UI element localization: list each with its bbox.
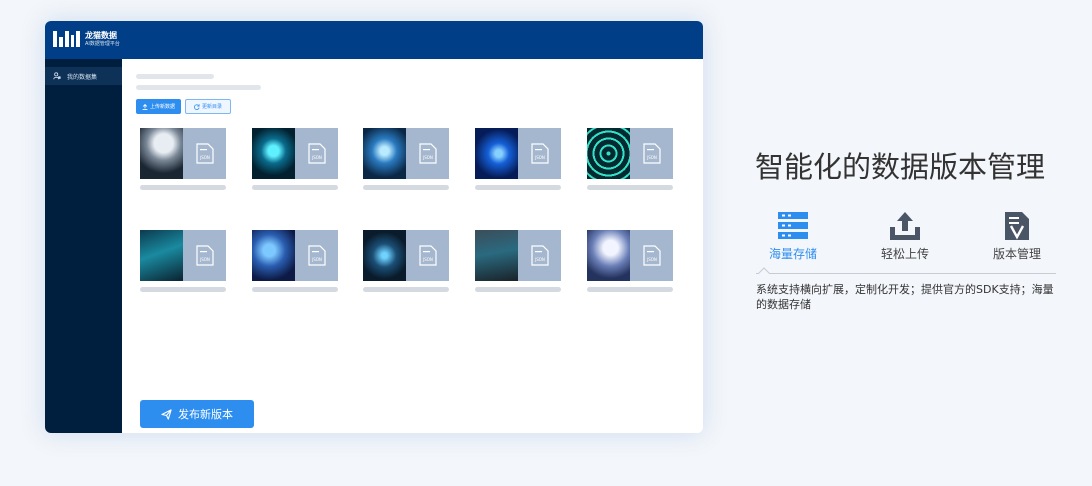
json-file-icon: JSON xyxy=(531,245,549,266)
dataset-card[interactable]: JSON xyxy=(363,128,449,192)
dataset-caption-placeholder xyxy=(475,185,561,190)
upload-small-icon xyxy=(142,103,148,110)
dataset-photo xyxy=(140,230,183,281)
tab-upload[interactable]: 轻松上传 xyxy=(855,211,955,262)
dataset-card[interactable]: JSON xyxy=(252,128,338,192)
file-type-label: JSON xyxy=(311,257,322,262)
publish-version-label: 发布新版本 xyxy=(178,408,233,421)
app-logo: 龙猫数据 AI数据管理平台 xyxy=(53,31,120,47)
file-type-label: JSON xyxy=(199,257,210,262)
upload-data-button[interactable]: 上传新数据 xyxy=(136,99,181,114)
dataset-card[interactable]: JSON xyxy=(140,128,226,192)
dataset-photo xyxy=(252,128,295,179)
dataset-card[interactable]: JSON xyxy=(587,230,673,294)
dataset-thumbnail: JSON xyxy=(363,128,449,179)
dataset-caption-placeholder xyxy=(140,185,226,190)
dataset-thumbnail: JSON xyxy=(140,230,226,281)
publish-version-button[interactable]: 发布新版本 xyxy=(140,400,254,428)
dataset-caption-placeholder xyxy=(363,287,449,292)
json-file-icon: JSON xyxy=(196,143,214,164)
tab-storage[interactable]: 海量存储 xyxy=(743,211,843,262)
file-type-label: JSON xyxy=(646,155,657,160)
dataset-caption-placeholder xyxy=(252,185,338,190)
json-file-icon: JSON xyxy=(308,143,326,164)
feature-title: 智能化的数据版本管理 xyxy=(755,150,1046,184)
dataset-photo xyxy=(587,230,630,281)
file-type-label: JSON xyxy=(534,257,545,262)
active-tab-caret-icon xyxy=(758,267,770,274)
json-file-icon: JSON xyxy=(531,143,549,164)
json-file-icon: JSON xyxy=(643,143,661,164)
app-window-preview: 龙猫数据 AI数据管理平台 我的数据集 上传新数据 更新目录 JSON JSON… xyxy=(45,21,703,433)
file-type-label: JSON xyxy=(646,257,657,262)
dataset-photo xyxy=(475,230,518,281)
dataset-caption-placeholder xyxy=(475,287,561,292)
dataset-photo xyxy=(140,128,183,179)
feature-description: 系统支持横向扩展，定制化开发；提供官方的SDK支持；海量的数据存储 xyxy=(756,283,1054,311)
tab-upload-label: 轻松上传 xyxy=(880,247,929,261)
dataset-thumbnail: JSON xyxy=(140,128,226,179)
dataset-caption-placeholder xyxy=(587,287,673,292)
dataset-caption-placeholder xyxy=(140,287,226,292)
top-bar: 龙猫数据 AI数据管理平台 xyxy=(45,21,703,59)
dataset-thumbnail: JSON xyxy=(475,230,561,281)
dataset-photo xyxy=(252,230,295,281)
dataset-content: 上传新数据 更新目录 JSON JSON JSON JSON JSON JSON JSON J… xyxy=(122,59,703,433)
dataset-photo xyxy=(587,128,630,179)
refresh-icon xyxy=(194,103,200,110)
json-file-icon: JSON xyxy=(308,245,326,266)
dataset-caption-placeholder xyxy=(252,287,338,292)
sidebar-item-my-datasets[interactable]: 我的数据集 xyxy=(45,67,122,85)
dataset-photo xyxy=(475,128,518,179)
dataset-card[interactable]: JSON xyxy=(475,128,561,192)
update-directory-button[interactable]: 更新目录 xyxy=(185,99,231,114)
dataset-thumbnail: JSON xyxy=(252,128,338,179)
dataset-caption-placeholder xyxy=(363,185,449,190)
file-type-label: JSON xyxy=(199,155,210,160)
dataset-thumbnail: JSON xyxy=(587,230,673,281)
dataset-photo xyxy=(363,128,406,179)
dataset-thumbnail: JSON xyxy=(252,230,338,281)
json-file-icon: JSON xyxy=(643,245,661,266)
dataset-card[interactable]: JSON xyxy=(475,230,561,294)
version-doc-icon xyxy=(1005,212,1029,240)
dataset-caption-placeholder xyxy=(587,185,673,190)
sidebar: 我的数据集 xyxy=(45,59,122,433)
logo-mark-icon xyxy=(53,31,80,47)
dataset-card[interactable]: JSON xyxy=(587,128,673,192)
tab-version[interactable]: 版本管理 xyxy=(967,211,1067,262)
file-type-label: JSON xyxy=(422,155,433,160)
tab-divider xyxy=(756,273,1056,274)
subtitle-placeholder xyxy=(136,85,261,90)
upload-data-label: 上传新数据 xyxy=(149,104,175,110)
dataset-card[interactable]: JSON xyxy=(140,230,226,294)
storage-icon xyxy=(778,212,808,239)
file-type-label: JSON xyxy=(311,155,322,160)
dataset-thumbnail: JSON xyxy=(363,230,449,281)
sidebar-item-label: 我的数据集 xyxy=(67,73,98,81)
dataset-thumbnail: JSON xyxy=(587,128,673,179)
dataset-card[interactable]: JSON xyxy=(252,230,338,294)
app-name: 龙猫数据 xyxy=(85,30,117,40)
upload-icon xyxy=(890,212,920,240)
file-type-label: JSON xyxy=(534,155,545,160)
app-subtitle: AI数据管理平台 xyxy=(85,40,120,47)
title-placeholder xyxy=(136,74,214,79)
dataset-photo xyxy=(363,230,406,281)
dataset-thumbnail: JSON xyxy=(475,128,561,179)
tab-version-label: 版本管理 xyxy=(992,247,1041,261)
dataset-card[interactable]: JSON xyxy=(363,230,449,294)
user-data-icon xyxy=(53,72,61,80)
file-type-label: JSON xyxy=(422,257,433,262)
tab-storage-label: 海量存储 xyxy=(768,247,817,261)
send-icon xyxy=(161,408,172,420)
update-directory-label: 更新目录 xyxy=(201,104,222,110)
json-file-icon: JSON xyxy=(419,245,437,266)
json-file-icon: JSON xyxy=(196,245,214,266)
json-file-icon: JSON xyxy=(419,143,437,164)
